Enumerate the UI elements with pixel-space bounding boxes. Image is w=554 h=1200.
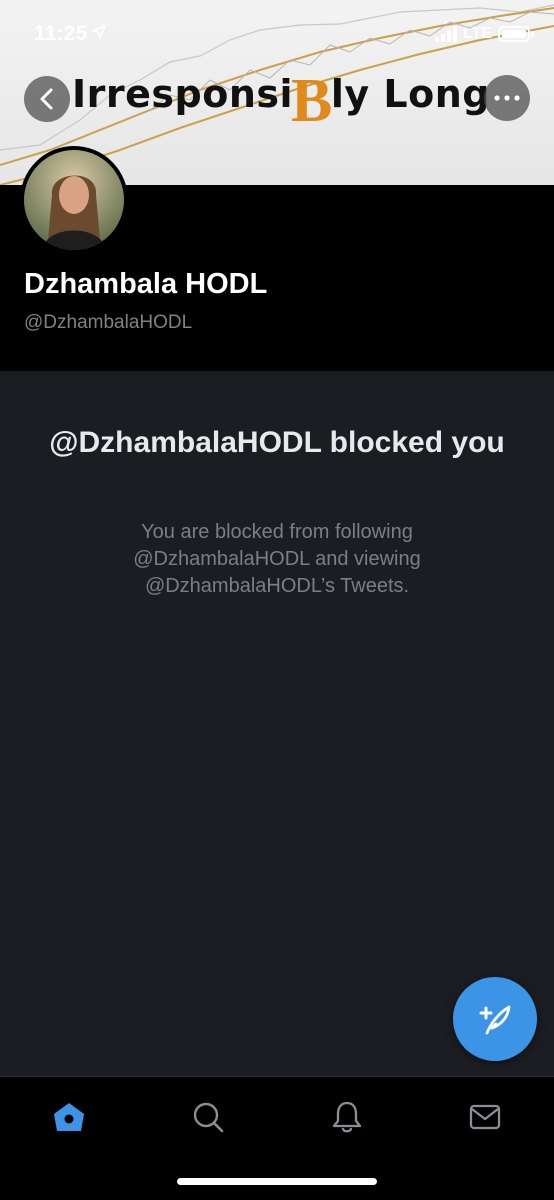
profile-handle: @DzhambalaHODL [24,312,193,333]
search-icon [193,1102,224,1133]
banner-title-left: Irresponsi [72,72,294,116]
avatar[interactable] [20,146,128,254]
banner-title-right: ly Long [330,72,490,116]
home-indicator[interactable] [177,1178,377,1185]
compose-feather-icon [479,1005,511,1035]
back-button[interactable] [24,76,70,122]
carrier-label: LTE [463,25,493,42]
blocked-title: @DzhambalaHODL blocked you [49,426,505,459]
banner-title: IrresponsiBly Long [72,66,490,137]
status-bar: 11:25 LTE [0,18,554,52]
tab-notifications[interactable] [325,1095,369,1139]
messages-icon [469,1104,501,1130]
bitcoin-logo: B [291,67,333,135]
profile-name: Dzhambala HODL [24,268,268,300]
tab-messages[interactable] [463,1095,507,1139]
blocked-description: You are blocked from following @Dzhambal… [133,521,421,597]
status-time: 11:25 [34,22,88,45]
signal-icon [435,26,457,42]
compose-tweet-button[interactable] [453,977,537,1061]
tab-search[interactable] [186,1095,230,1139]
home-icon [54,1103,84,1131]
battery-icon [498,26,534,42]
more-dots-icon [494,95,520,101]
chevron-left-icon [40,88,53,110]
more-options-button[interactable] [484,75,530,121]
avatar-photo [24,150,124,250]
tab-home[interactable] [47,1095,91,1139]
notifications-icon [332,1101,362,1133]
location-arrow-icon [92,25,106,39]
